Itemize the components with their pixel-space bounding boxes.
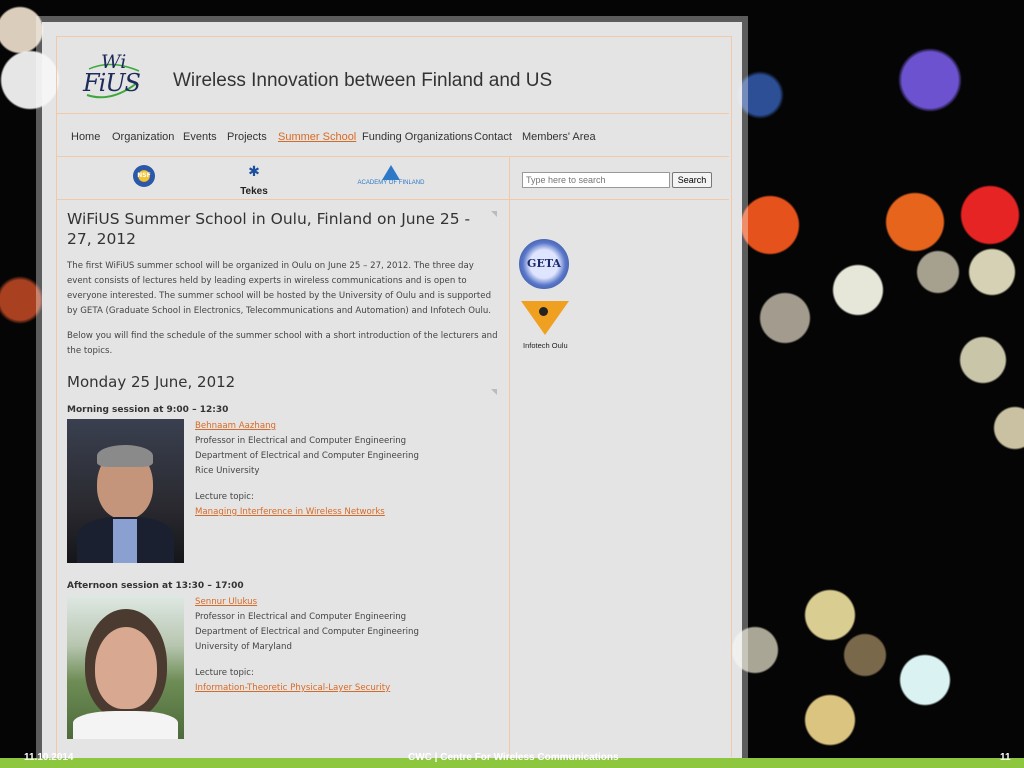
footer-center-text: CWC | Centre For Wireless Communications (408, 752, 619, 763)
nav-projects[interactable]: Projects (227, 131, 267, 143)
speaker-department: Department of Electrical and Computer En… (195, 451, 419, 461)
lecture-topic-label: Lecture topic: (195, 492, 254, 502)
website-frame: Wi FiUS Wireless Innovation between Finl… (56, 36, 732, 757)
nav-events[interactable]: Events (183, 131, 217, 143)
logo-fius-text: FiUS (83, 69, 141, 97)
speaker-name-link[interactable]: Behnaam Aazhang (195, 419, 419, 434)
nav-members-area[interactable]: Members' Area (522, 131, 596, 143)
site-title: Wireless Innovation between Finland and … (173, 70, 553, 91)
browser-page-panel: Wi FiUS Wireless Innovation between Finl… (42, 22, 742, 758)
infotech-oulu-logo[interactable]: Infotech Oulu (519, 301, 571, 353)
lecture-topic-label: Lecture topic: (195, 668, 254, 678)
sidebar-divider (509, 199, 510, 757)
wifius-logo[interactable]: Wi FiUS (81, 51, 143, 103)
speaker-photo (67, 595, 184, 739)
academy-logo-text: ACADEMY OF FINLAND (357, 180, 425, 186)
sponsor-logos: NSF ✱ Tekes ACADEMY OF FINLAND (57, 157, 510, 200)
nav-funding-organizations[interactable]: Funding Organizations (362, 131, 473, 143)
main-content: WiFiUS Summer School in Oulu, Finland on… (67, 209, 499, 741)
speaker-university: Rice University (195, 466, 260, 476)
speaker-university: University of Maryland (195, 642, 292, 652)
speaker-department: Department of Electrical and Computer En… (195, 627, 419, 637)
speaker-role: Professor in Electrical and Computer Eng… (195, 436, 407, 446)
speaker-role: Professor in Electrical and Computer Eng… (195, 612, 407, 622)
corner-mark-icon (491, 389, 497, 395)
lecture-topic-link[interactable]: Managing Interference in Wireless Networ… (195, 505, 419, 520)
nav-summer-school[interactable]: Summer School (278, 131, 356, 143)
tekes-logo-text: Tekes (240, 186, 268, 197)
search-input[interactable] (522, 172, 670, 188)
search-area: Search (510, 157, 729, 200)
speaker-photo (67, 419, 184, 563)
speaker-card: Behnaam Aazhang Professor in Electrical … (67, 419, 499, 565)
nav-contact[interactable]: Contact (474, 131, 512, 143)
intro-paragraph: The first WiFiUS summer school will be o… (67, 261, 492, 316)
speaker-info: Sennur Ulukus Professor in Electrical an… (195, 595, 419, 696)
day-heading: Monday 25 June, 2012 (67, 373, 236, 391)
main-nav: Home Organization Events Projects Summer… (57, 114, 729, 157)
geta-logo[interactable]: GETA (519, 239, 569, 289)
nav-home[interactable]: Home (71, 131, 100, 143)
infotech-logo-text: Infotech Oulu (523, 341, 568, 350)
corner-mark-icon (491, 211, 497, 217)
search-button[interactable]: Search (672, 172, 712, 188)
tekes-star-icon: ✱ (248, 164, 260, 180)
speaker-card: Sennur Ulukus Professor in Electrical an… (67, 595, 499, 741)
nsf-logo[interactable]: NSF (133, 165, 155, 187)
lecture-topic-link[interactable]: Information-Theoretic Physical-Layer Sec… (195, 681, 419, 696)
site-header: Wi FiUS Wireless Innovation between Finl… (57, 37, 729, 114)
page-title: WiFiUS Summer School in Oulu, Finland on… (67, 210, 471, 248)
footer-date: 11.10.2014 (24, 752, 74, 763)
nav-organization[interactable]: Organization (112, 131, 174, 143)
speaker-name-link[interactable]: Sennur Ulukus (195, 595, 419, 610)
speaker-info: Behnaam Aazhang Professor in Electrical … (195, 419, 419, 520)
footer-page-number: 11 (1000, 752, 1011, 763)
morning-session-title: Morning session at 9:00 – 12:30 (67, 405, 229, 415)
schedule-note: Below you will find the schedule of the … (67, 331, 498, 356)
afternoon-session-title: Afternoon session at 13:30 – 17:00 (67, 581, 244, 591)
slide-footer: 11.10.2014 CWC | Centre For Wireless Com… (0, 752, 1024, 768)
academy-triangle-icon (382, 165, 400, 180)
infotech-dot-icon (539, 307, 548, 316)
tekes-logo[interactable]: ✱ Tekes (232, 165, 276, 198)
infotech-mark-icon (521, 301, 569, 335)
academy-of-finland-logo[interactable]: ACADEMY OF FINLAND (351, 165, 431, 186)
